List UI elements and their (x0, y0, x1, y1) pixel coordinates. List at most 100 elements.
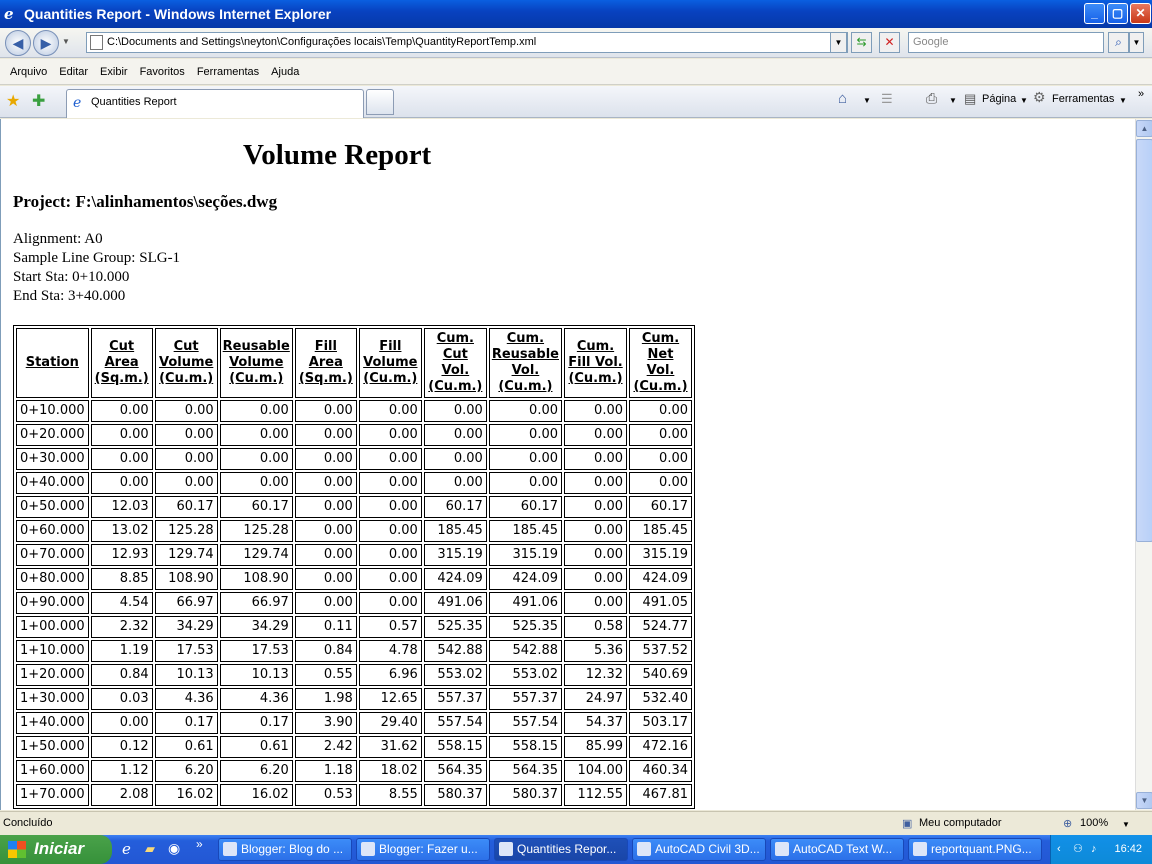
new-tab-button[interactable] (366, 89, 394, 115)
value-cell: 5.36 (564, 640, 627, 662)
menu-arquivo[interactable]: Arquivo (4, 66, 53, 78)
task-blogger-2[interactable]: Blogger: Fazer u... (356, 838, 490, 861)
back-button[interactable]: ◀ (5, 30, 31, 56)
station-cell: 1+10.000 (16, 640, 89, 662)
value-cell: 12.32 (564, 664, 627, 686)
scroll-up-icon[interactable]: ▲ (1136, 120, 1152, 137)
value-cell: 0.00 (358, 400, 422, 422)
search-input[interactable]: Google (908, 32, 1104, 53)
value-cell: 564.35 (423, 760, 487, 782)
task-autocad-text[interactable]: AutoCAD Text W... (770, 838, 904, 861)
page-icon (90, 35, 103, 50)
stop-icon[interactable]: ✕ (879, 32, 900, 53)
task-blogger-1[interactable]: Blogger: Blog do ... (218, 838, 352, 861)
value-cell: 0.00 (90, 472, 153, 494)
zoom-icon: ⊕ (1063, 818, 1073, 830)
quicklaunch-more-icon[interactable]: » (196, 837, 203, 851)
forward-button[interactable]: ▶ (33, 30, 59, 56)
ie-quicklaunch-icon[interactable]: e (122, 840, 131, 858)
station-cell: 1+60.000 (16, 760, 89, 782)
add-favorite-icon[interactable]: ✚ (32, 91, 45, 111)
value-cell: 0.55 (294, 664, 357, 686)
value-cell: 0.00 (358, 592, 422, 614)
value-cell: 17.53 (219, 640, 293, 662)
feeds-icon[interactable]: ☰ (881, 91, 893, 107)
menu-favoritos[interactable]: Favoritos (134, 66, 191, 78)
network-icon[interactable]: ⚇ (1073, 835, 1083, 863)
print-dropdown-icon[interactable]: ▼ (949, 96, 957, 105)
value-cell: 0.84 (294, 640, 357, 662)
value-cell: 34.29 (154, 616, 218, 638)
value-cell: 8.85 (90, 568, 153, 590)
address-input[interactable]: C:\Documents and Settings\neyton\Configu… (86, 32, 848, 53)
chevron-more-icon[interactable]: » (1138, 88, 1144, 100)
table-row: 0+20.000 0.00 0.00 0.00 0.00 0.00 0.00 0.00 0.00… (16, 424, 692, 446)
tray-expand-icon[interactable]: ‹ (1057, 835, 1061, 863)
table-row: 0+60.000 13.02 125.28 125.28 0.00 0.00 185.45 1… (16, 520, 692, 542)
task-quantities-report[interactable]: Quantities Repor... (494, 838, 628, 861)
tools-menu-button[interactable]: Ferramentas (1052, 93, 1114, 105)
menu-ferramentas[interactable]: Ferramentas (191, 66, 265, 78)
favorites-star-icon[interactable]: ★ (6, 91, 20, 111)
value-cell: 10.13 (219, 664, 293, 686)
menu-exibir[interactable]: Exibir (94, 66, 134, 78)
value-cell: 0.17 (219, 712, 293, 734)
value-cell: 129.74 (219, 544, 293, 566)
address-dropdown-icon[interactable]: ▼ (830, 32, 847, 53)
media-quicklaunch-icon[interactable]: ◉ (168, 840, 180, 857)
table-row: 1+10.000 1.19 17.53 17.53 0.84 4.78 542.88 542.… (16, 640, 692, 662)
value-cell: 60.17 (488, 496, 562, 518)
value-cell: 108.90 (154, 568, 218, 590)
value-cell: 0.00 (294, 472, 357, 494)
table-row: 1+60.000 1.12 6.20 6.20 1.18 18.02 564.35 564.3… (16, 760, 692, 782)
page-dropdown-icon[interactable]: ▼ (1020, 96, 1028, 105)
refresh-icon[interactable]: ⇆ (851, 32, 872, 53)
value-cell: 4.78 (358, 640, 422, 662)
search-icon[interactable]: ⌕ (1108, 32, 1129, 53)
scroll-thumb[interactable] (1136, 139, 1152, 542)
task-autocad-civil[interactable]: AutoCAD Civil 3D... (632, 838, 766, 861)
menu-editar[interactable]: Editar (53, 66, 94, 78)
task-reportquant[interactable]: reportquant.PNG... (908, 838, 1042, 861)
volume-icon[interactable]: ♪ (1091, 835, 1097, 863)
value-cell: 85.99 (564, 736, 627, 758)
value-cell: 4.54 (90, 592, 153, 614)
value-cell: 491.06 (488, 592, 562, 614)
col-cum-net-vol: Cum. Net Vol. (Cu.m.) (629, 328, 692, 398)
value-cell: 0.00 (90, 448, 153, 470)
tab-quantities-report[interactable]: e Quantities Report (66, 89, 364, 118)
print-icon[interactable]: ⎙ (926, 90, 937, 107)
taskbar: Iniciar e ▰ ◉ » Blogger: Blog do ... Blo… (0, 835, 1152, 864)
search-options-icon[interactable]: ▼ (1129, 32, 1144, 53)
system-tray: ‹ ⚇ ♪ 16:42 (1050, 835, 1152, 864)
home-dropdown-icon[interactable]: ▼ (863, 96, 871, 105)
value-cell: 12.93 (90, 544, 153, 566)
maximize-button[interactable]: ▢ (1107, 3, 1128, 24)
vertical-scrollbar[interactable]: ▲ ▼ (1135, 119, 1152, 810)
value-cell: 0.00 (294, 592, 357, 614)
value-cell: 0.17 (154, 712, 218, 734)
zoom-dropdown-icon[interactable]: ▼ (1122, 820, 1130, 829)
table-row: 0+10.000 0.00 0.00 0.00 0.00 0.00 0.00 0.00 0.00… (16, 400, 692, 422)
address-text: C:\Documents and Settings\neyton\Configu… (107, 36, 537, 48)
minimize-button[interactable]: _ (1084, 3, 1105, 24)
close-button[interactable]: ✕ (1130, 3, 1151, 24)
folder-quicklaunch-icon[interactable]: ▰ (145, 841, 155, 857)
history-dropdown-icon[interactable]: ▼ (62, 37, 70, 46)
zoom-level[interactable]: 100% (1080, 817, 1108, 829)
page-menu-icon: ▤ (964, 91, 977, 106)
menu-ajuda[interactable]: Ajuda (265, 66, 305, 78)
value-cell: 0.00 (90, 424, 153, 446)
value-cell: 540.69 (629, 664, 692, 686)
start-button[interactable]: Iniciar (0, 835, 112, 864)
tab-bar: ★ ✚ e Quantities Report ⌂ ▼ ☰ ⎙ ▼ ▤ Pági… (0, 86, 1152, 118)
tools-dropdown-icon[interactable]: ▼ (1119, 96, 1127, 105)
table-row: 1+50.000 0.12 0.61 0.61 2.42 31.62 558.15 558.1… (16, 736, 692, 758)
scroll-down-icon[interactable]: ▼ (1136, 792, 1152, 809)
clock: 16:42 (1114, 843, 1142, 855)
value-cell: 0.11 (294, 616, 357, 638)
page-menu-button[interactable]: Página (982, 93, 1016, 105)
home-icon[interactable]: ⌂ (838, 90, 847, 107)
value-cell: 537.52 (629, 640, 692, 662)
value-cell: 112.55 (564, 784, 627, 806)
